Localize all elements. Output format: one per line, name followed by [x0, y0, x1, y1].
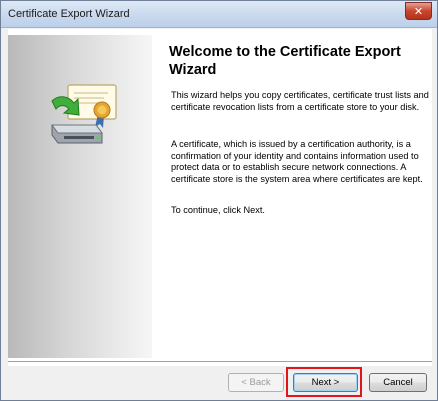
wizard-page: Welcome to the Certificate Export Wizard… — [8, 29, 432, 366]
close-button[interactable]: ✕ — [405, 2, 432, 20]
certificate-description-paragraph: A certificate, which is issued by a cert… — [171, 139, 423, 184]
window-title: Certificate Export Wizard — [8, 8, 130, 20]
wizard-banner — [8, 35, 152, 358]
intro-paragraph: This wizard helps you copy certificates,… — [171, 90, 429, 112]
footer-separator — [8, 361, 432, 363]
certificate-export-icon — [51, 84, 117, 144]
close-icon: ✕ — [413, 4, 424, 18]
continue-instruction: To continue, click Next. — [171, 205, 265, 215]
title-bar[interactable]: Certificate Export Wizard ✕ — [1, 1, 437, 28]
back-button[interactable]: < Back — [228, 373, 284, 392]
cancel-button[interactable]: Cancel — [369, 373, 427, 392]
next-button-highlight — [286, 367, 362, 397]
wizard-window: Certificate Export Wizard ✕ Welcome to t… — [0, 0, 438, 401]
page-title: Welcome to the Certificate Export Wizard — [169, 44, 401, 78]
